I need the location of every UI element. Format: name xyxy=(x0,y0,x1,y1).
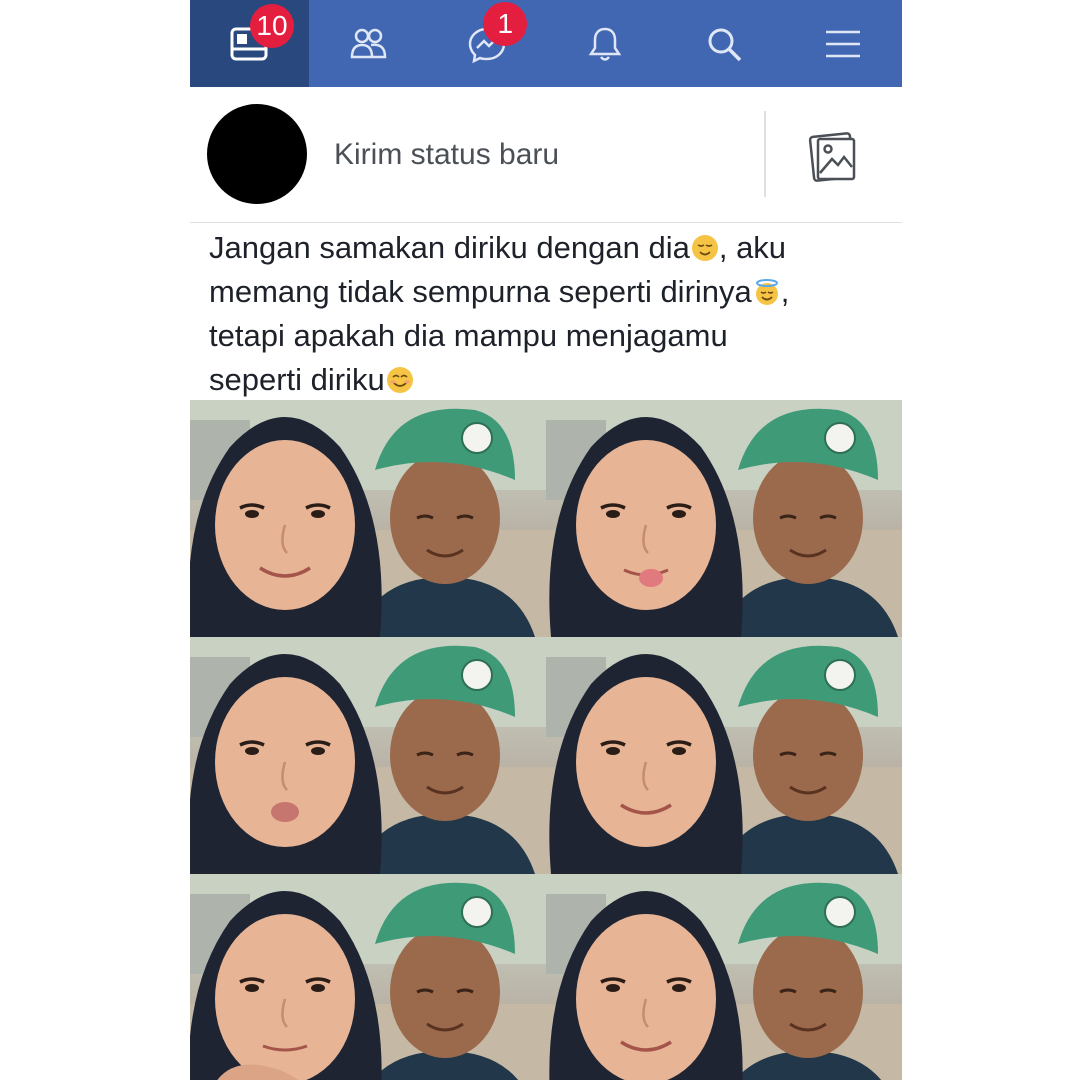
post-line: seperti diriku xyxy=(209,358,889,402)
post-text: Jangan samakan diriku dengan dia , aku me… xyxy=(209,226,889,402)
nav-friends[interactable] xyxy=(309,0,428,87)
selfie-illustration xyxy=(190,874,546,1080)
post-photo[interactable] xyxy=(190,637,546,874)
selfie-illustration xyxy=(190,400,546,637)
composer-divider xyxy=(764,111,766,197)
relieved-face-emoji xyxy=(691,235,718,261)
post-line-text: tetapi apakah dia mampu menjagamu xyxy=(209,318,728,353)
top-navigation-bar: 10 1 xyxy=(190,0,902,87)
status-composer: Kirim status baru xyxy=(190,87,902,223)
nav-messages[interactable]: 1 xyxy=(427,0,546,87)
selfie-illustration xyxy=(546,874,902,1080)
post-photo[interactable] xyxy=(546,874,902,1080)
smiling-face-with-halo-emoji xyxy=(755,279,778,305)
hamburger-menu-icon xyxy=(825,30,860,57)
search-icon xyxy=(708,28,742,61)
post-photo[interactable] xyxy=(546,637,902,874)
avatar[interactable] xyxy=(207,104,307,204)
messages-notification-badge: 1 xyxy=(483,2,528,46)
add-photo-button[interactable] xyxy=(802,127,862,187)
nav-search[interactable] xyxy=(665,0,784,87)
photo-icon xyxy=(808,132,856,182)
phone-screen: 10 1 Kirim status baru Jangan samakan di… xyxy=(190,0,902,1080)
post-line-text: seperti diriku xyxy=(209,362,385,397)
nav-menu[interactable] xyxy=(783,0,902,87)
post-line: Jangan samakan diriku dengan dia , aku xyxy=(209,226,889,270)
selfie-illustration xyxy=(546,637,902,874)
selfie-illustration xyxy=(190,637,546,874)
nav-notifications[interactable] xyxy=(546,0,665,87)
nav-home[interactable]: 10 xyxy=(190,0,309,87)
post-line-text: Jangan samakan diriku dengan dia xyxy=(209,230,690,265)
post-photo[interactable] xyxy=(546,400,902,637)
post-line-suffix: , aku xyxy=(718,230,787,265)
friends-icon xyxy=(350,28,387,58)
post-line: tetapi apakah dia mampu menjagamu xyxy=(209,314,889,358)
post-line-suffix: , xyxy=(780,274,790,309)
bell-icon xyxy=(588,27,622,61)
selfie-illustration xyxy=(546,400,902,637)
smiling-face-emoji xyxy=(386,367,413,393)
status-input[interactable]: Kirim status baru xyxy=(334,131,734,179)
post-photo[interactable] xyxy=(190,400,546,637)
post-line: memang tidak sempurna seperti dirinya, xyxy=(209,270,889,314)
home-notification-badge: 10 xyxy=(250,4,294,48)
photo-grid xyxy=(190,400,902,1080)
post-line-text: memang tidak sempurna seperti dirinya xyxy=(209,274,752,309)
post-photo[interactable] xyxy=(190,874,546,1080)
